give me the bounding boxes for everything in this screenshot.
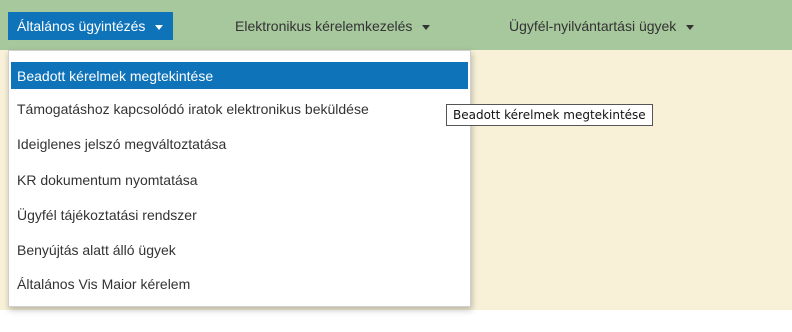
nav-item-altalanos-ugyintezes[interactable]: Általános ügyintézés xyxy=(8,12,174,40)
tooltip-text: Beadott kérelmek megtekintése xyxy=(453,108,646,122)
menu-item-label: Ideiglenes jelszó megváltoztatása xyxy=(17,135,227,152)
menu-item-label: Beadott kérelmek megtekintése xyxy=(17,67,214,84)
footer-strip xyxy=(0,310,792,332)
menu-item-label: KR dokumentum nyomtatása xyxy=(17,171,198,188)
menu-item-vis-maior[interactable]: Általános Vis Maior kérelem xyxy=(11,270,468,297)
nav-item-elektronikus-kerelemkezeles[interactable]: Elektronikus kérelemkezelés xyxy=(235,12,431,40)
tooltip: Beadott kérelmek megtekintése xyxy=(446,104,653,126)
menu-item-label: Támogatáshoz kapcsolódó iratok elektroni… xyxy=(17,100,369,117)
menu-item-kr-dokumentum[interactable]: KR dokumentum nyomtatása xyxy=(11,166,468,193)
menu-item-ideiglenes-jelszo[interactable]: Ideiglenes jelszó megváltoztatása xyxy=(11,130,468,157)
menu-item-label: Általános Vis Maior kérelem xyxy=(17,275,191,292)
menu-item-benyujtas-alatt[interactable]: Benyújtás alatt álló ügyek xyxy=(11,236,468,263)
menu-item-ugyfel-tajekoztatasi[interactable]: Ügyfél tájékoztatási rendszer xyxy=(11,201,468,228)
nav-item-ugyfel-nyilvantartasi-ugyek[interactable]: Ügyfél-nyilvántartási ügyek xyxy=(509,12,695,40)
menu-item-label: Ügyfél tájékoztatási rendszer xyxy=(17,206,197,223)
nav-item-label: Elektronikus kérelemkezelés xyxy=(235,18,413,34)
menu-item-label: Benyújtás alatt álló ügyek xyxy=(17,241,176,258)
nav-item-label: Általános ügyintézés xyxy=(17,18,146,34)
menu-item-beadott-kerelmek[interactable]: Beadott kérelmek megtekintése xyxy=(11,62,468,89)
menu-item-tamogatashoz-iratok[interactable]: Támogatáshoz kapcsolódó iratok elektroni… xyxy=(11,95,468,122)
nav-item-label: Ügyfél-nyilvántartási ügyek xyxy=(509,18,677,34)
caret-down-icon xyxy=(686,24,695,30)
dropdown-menu: Beadott kérelmek megtekintése Támogatásh… xyxy=(8,50,471,307)
caret-down-icon xyxy=(422,24,431,30)
main-navbar: Általános ügyintézés Elektronikus kérele… xyxy=(0,0,792,50)
caret-down-icon xyxy=(155,24,164,30)
